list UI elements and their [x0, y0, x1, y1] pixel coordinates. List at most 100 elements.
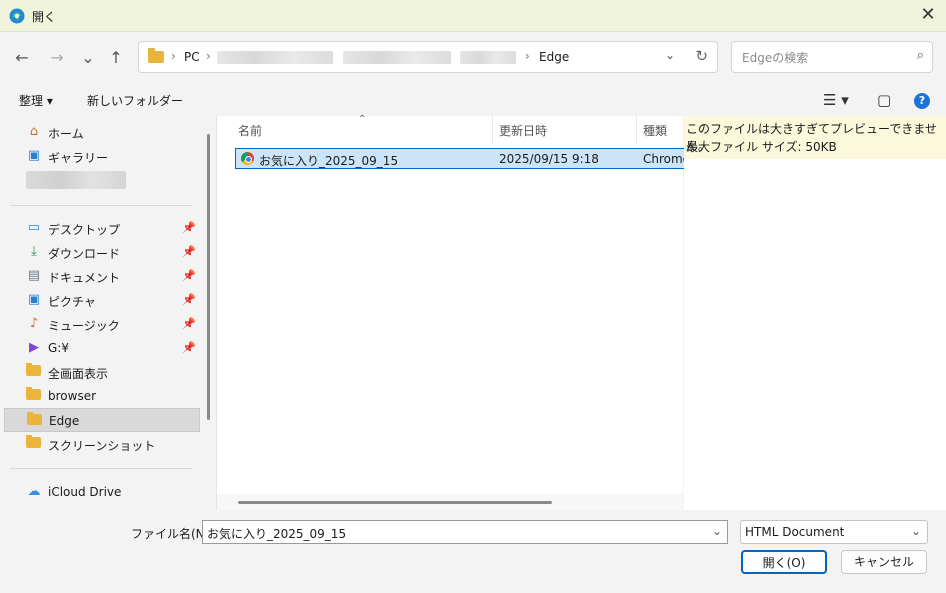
blurred-sidebar-item [26, 171, 126, 189]
preview-pane-icon[interactable]: ▢ [877, 91, 891, 109]
chevron-down-icon[interactable]: ⌄ [712, 524, 722, 538]
sidebar-item-label: ミュージック [48, 319, 120, 333]
navigation-pane: ⌂ ホーム ▣ ギャラリー ▭ デスクトップ 📌 ⤓ ダウンロード 📌 ▤ ドキ… [0, 116, 217, 510]
sidebar-item-icloud[interactable]: ☁ iCloud Drive [4, 480, 200, 504]
breadcrumb-pc[interactable]: PC [184, 50, 200, 64]
sidebar-item-browser[interactable]: browser [4, 384, 200, 408]
chevron-down-icon[interactable]: ⌄ [665, 48, 675, 62]
search-input[interactable] [740, 48, 904, 68]
breadcrumb-edge[interactable]: Edge [539, 50, 569, 64]
sidebar-item-g-drive[interactable]: ▶ G:¥ 📌 [4, 336, 200, 360]
sidebar-item-music[interactable]: ♪ ミュージック 📌 [4, 312, 200, 336]
sidebar-item-label: スクリーンショット [48, 439, 156, 453]
navigation-bar: ← → ⌄ ↑ › PC › › Edge ⌄ ↻ ⌕ [0, 32, 946, 84]
window-title: 開く [32, 10, 57, 24]
blurred-path-segment [460, 51, 516, 64]
music-icon: ♪ [29, 316, 39, 331]
cancel-button[interactable]: キャンセル [841, 550, 927, 574]
filename-value: お気に入り_2025_09_15 [207, 527, 347, 541]
file-list: ⌃ 名前 更新日時 種類 お気に入り_2025_09_15 2025/09/15… [217, 114, 695, 510]
back-button[interactable]: ← [10, 46, 34, 70]
column-divider[interactable] [636, 116, 637, 144]
sidebar-item-label: ダウンロード [48, 247, 121, 261]
folder-icon [26, 435, 41, 448]
sidebar-item-label: デスクトップ [48, 223, 121, 237]
breadcrumb-chevron: › [525, 49, 530, 63]
cloud-icon: ☁ [27, 484, 41, 499]
pictures-icon: ▣ [27, 292, 41, 307]
chrome-html-icon [241, 152, 254, 165]
sidebar-item-desktop[interactable]: ▭ デスクトップ 📌 [4, 216, 200, 240]
column-header-name[interactable]: 名前 [238, 122, 262, 139]
edge-logo-icon [9, 8, 25, 24]
sidebar-item-screenshots[interactable]: スクリーンショット [4, 432, 200, 456]
breadcrumb-chevron: › [206, 49, 211, 63]
up-button[interactable]: ↑ [104, 46, 128, 70]
close-button[interactable]: ✕ [916, 4, 940, 26]
blurred-path-segment [217, 51, 333, 64]
search-icon[interactable]: ⌕ [917, 48, 924, 63]
breadcrumb-chevron: › [171, 49, 176, 63]
pin-icon: 📌 [182, 317, 196, 330]
refresh-icon[interactable]: ↻ [695, 47, 708, 65]
desktop-icon: ▭ [27, 220, 41, 235]
open-button[interactable]: 開く(O) [741, 550, 827, 574]
column-header-modified[interactable]: 更新日時 [499, 122, 547, 139]
forward-button[interactable]: → [45, 46, 69, 70]
divider [10, 468, 192, 469]
recent-locations-button[interactable]: ⌄ [76, 46, 100, 70]
address-bar[interactable]: › PC › › Edge ⌄ ↻ [138, 41, 718, 73]
sidebar-item-label: G:¥ [48, 341, 69, 355]
help-icon[interactable]: ? [914, 93, 930, 109]
document-icon: ▤ [27, 268, 41, 283]
pin-icon: 📌 [182, 341, 196, 354]
preview-pane: このファイルは大きすぎてプレビューできません。 最大ファイル サイズ: 50KB [684, 116, 946, 510]
folder-icon [26, 363, 41, 376]
pin-icon: 📌 [182, 221, 196, 234]
horizontal-scrollbar[interactable] [238, 501, 552, 504]
sidebar-item-label: ギャラリー [48, 151, 109, 165]
organize-button[interactable]: 整理 ▾ [19, 92, 53, 109]
sidebar-item-label: Edge [49, 414, 80, 428]
preview-message-line: 最大ファイル サイズ: 50KB [686, 140, 837, 154]
search-box[interactable]: ⌕ [731, 41, 933, 73]
sidebar-item-edge[interactable]: Edge [4, 408, 200, 432]
column-header-type[interactable]: 種類 [643, 122, 667, 139]
sidebar-item-home[interactable]: ⌂ ホーム [4, 120, 200, 144]
new-folder-button[interactable]: 新しいフォルダー [87, 92, 183, 109]
sidebar-item-label: ホーム [48, 127, 84, 141]
filetype-value: HTML Document [745, 525, 845, 539]
pin-icon: 📌 [182, 269, 196, 282]
filetype-select[interactable]: HTML Document ⌄ [740, 520, 928, 544]
download-icon: ⤓ [31, 244, 37, 259]
gallery-icon: ▣ [27, 148, 41, 163]
chevron-down-icon[interactable]: ⌄ [911, 524, 921, 538]
sidebar-scrollbar[interactable] [207, 134, 210, 420]
dialog-footer: ファイル名(N): お気に入り_2025_09_15 ⌄ HTML Docume… [0, 511, 946, 593]
column-divider[interactable] [492, 116, 493, 144]
video-icon: ▶ [29, 340, 39, 355]
view-options-icon[interactable]: ☰ ▾ [823, 91, 849, 109]
preview-message: このファイルは大きすぎてプレビューできません。 最大ファイル サイズ: 50KB [684, 116, 946, 159]
divider [10, 205, 192, 206]
sidebar-item-documents[interactable]: ▤ ドキュメント 📌 [4, 264, 200, 288]
sidebar-item-label: 全画面表示 [48, 367, 109, 381]
sidebar-item-gallery[interactable]: ▣ ギャラリー [4, 144, 200, 168]
folder-icon [27, 412, 42, 425]
file-row[interactable]: お気に入り_2025_09_15 2025/09/15 9:18 Chrome [235, 148, 695, 169]
command-bar: 整理 ▾ 新しいフォルダー ☰ ▾ ▢ ? [0, 85, 946, 115]
blurred-path-segment [343, 51, 451, 64]
sidebar-item-fullscreen[interactable]: 全画面表示 [4, 360, 200, 384]
sidebar-item-label: browser [48, 389, 97, 403]
sidebar-item-downloads[interactable]: ⤓ ダウンロード 📌 [4, 240, 200, 264]
title-bar: 開く ✕ [0, 0, 946, 32]
sidebar-item-label: iCloud Drive [48, 485, 122, 499]
sidebar-item-label: ドキュメント [48, 271, 121, 285]
sidebar-item-pictures[interactable]: ▣ ピクチャ 📌 [4, 288, 200, 312]
filename-combobox[interactable]: お気に入り_2025_09_15 ⌄ [202, 520, 728, 544]
file-modified: 2025/09/15 9:18 [499, 152, 599, 166]
pin-icon: 📌 [182, 293, 196, 306]
folder-icon [148, 48, 164, 63]
pin-icon: 📌 [182, 245, 196, 258]
sort-ascending-icon: ⌃ [358, 114, 367, 125]
